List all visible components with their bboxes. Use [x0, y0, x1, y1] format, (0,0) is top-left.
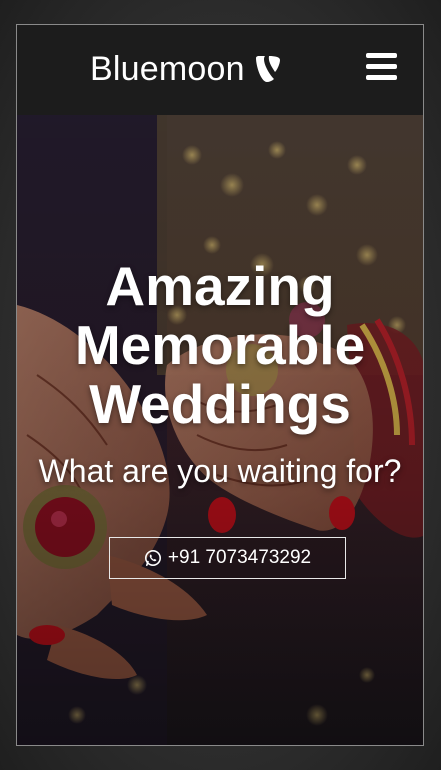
hero-content: Amazing Memorable Weddings What are you … — [17, 115, 423, 745]
hamburger-menu-icon — [366, 53, 397, 58]
brand-link[interactable]: Bluemoon — [90, 49, 283, 89]
hero-title-line: Amazing — [105, 255, 335, 317]
brand-name: Bluemoon — [90, 50, 245, 88]
hero-title-line: Memorable — [74, 314, 366, 376]
hamburger-menu-icon-bar — [366, 75, 397, 80]
hero-title-line: Weddings — [89, 373, 351, 435]
menu-toggle-button[interactable] — [366, 53, 397, 80]
hero-subtitle: What are you waiting for? — [38, 453, 402, 489]
hero-title: Amazing Memorable Weddings — [17, 257, 423, 434]
hero-section: Amazing Memorable Weddings What are you … — [17, 115, 423, 745]
whatsapp-icon — [144, 549, 162, 567]
phone-number-label: +91 7073473292 — [167, 547, 312, 568]
phone-contact-button[interactable]: +91 7073473292 — [109, 537, 346, 579]
typo3-logo-icon — [253, 54, 283, 84]
page-viewport: Bluemoon Amazing Memorable Weddings What… — [16, 24, 424, 746]
site-header: Bluemoon — [17, 25, 423, 115]
hamburger-menu-icon-bar — [366, 64, 397, 69]
